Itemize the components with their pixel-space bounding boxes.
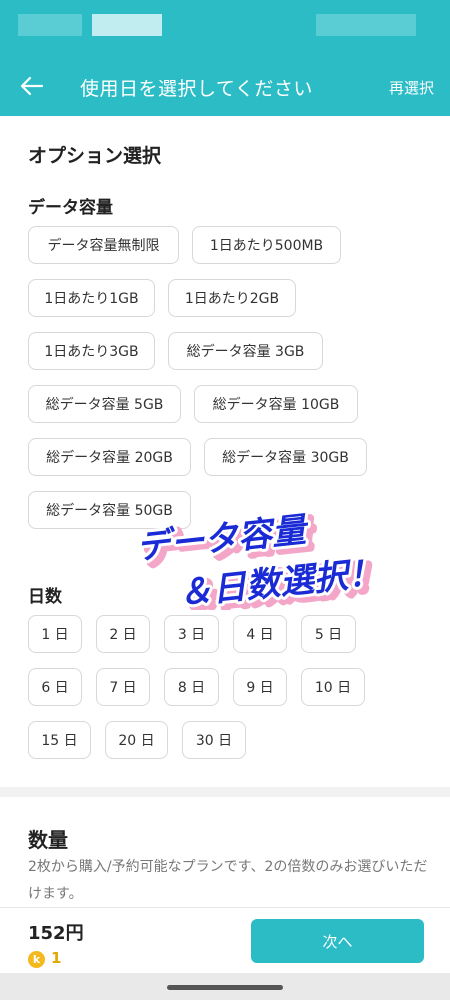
home-handle[interactable] [167,985,283,990]
day-chip-4[interactable]: 4 日 [233,615,287,653]
system-nav-bar [0,973,450,1000]
options-heading: オプション選択 [28,145,162,167]
day-chip-8[interactable]: 8 日 [164,668,219,706]
coin-count: 1 [51,949,62,967]
next-button[interactable]: 次へ [251,919,424,963]
data-chip-unlimited[interactable]: データ容量無制限 [28,226,179,264]
price-label: 152円 [28,923,84,944]
day-chip-3[interactable]: 3 日 [164,615,219,653]
app-bar: 使用日を選択してください 再選択 [0,58,450,116]
day-chip-20[interactable]: 20 日 [105,721,168,759]
page-title: 使用日を選択してください [80,78,313,100]
data-chip-1gb-daily[interactable]: 1日あたり1GB [28,279,155,317]
quantity-heading: 数量 [28,828,68,852]
reselect-button[interactable]: 再選択 [389,77,434,98]
day-chip-7[interactable]: 7 日 [96,668,150,706]
data-chip-2gb-daily[interactable]: 1日あたり2GB [168,279,296,317]
status-bar-blur [92,14,162,36]
data-chip-10gb-total[interactable]: 総データ容量 10GB [194,385,358,423]
data-chip-500mb-daily[interactable]: 1日あたり500MB [192,226,341,264]
day-chip-9[interactable]: 9 日 [233,668,287,706]
quantity-description: 2枚から購入/予約可能なプランです、2の倍数のみお選びいただけます。 [28,859,428,902]
data-capacity-heading: データ容量 [28,198,113,218]
day-chip-1[interactable]: 1 日 [28,615,82,653]
promo-overlay-line2: ＆日数選択！ [176,553,383,610]
data-chip-5gb-total[interactable]: 総データ容量 5GB [28,385,181,423]
status-bar-blur [18,14,82,36]
section-divider [0,787,450,797]
days-heading: 日数 [28,587,62,607]
status-bar [0,0,450,58]
day-chip-5[interactable]: 5 日 [301,615,356,653]
data-chip-30gb-total[interactable]: 総データ容量 30GB [204,438,367,476]
data-chip-20gb-total[interactable]: 総データ容量 20GB [28,438,191,476]
arrow-left-icon[interactable] [18,72,46,100]
data-chip-50gb-total[interactable]: 総データ容量 50GB [28,491,191,529]
status-bar-blur [316,14,416,36]
coin-icon: k [28,951,45,968]
day-chip-2[interactable]: 2 日 [96,615,150,653]
promo-overlay-shadow-line2: ＆日数選択！ [182,557,389,610]
day-chip-6[interactable]: 6 日 [28,668,82,706]
data-chip-3gb-total[interactable]: 総データ容量 3GB [168,332,323,370]
data-chip-3gb-daily[interactable]: 1日あたり3GB [28,332,155,370]
day-chip-30[interactable]: 30 日 [182,721,246,759]
day-chip-10[interactable]: 10 日 [301,668,365,706]
day-chip-15[interactable]: 15 日 [28,721,91,759]
